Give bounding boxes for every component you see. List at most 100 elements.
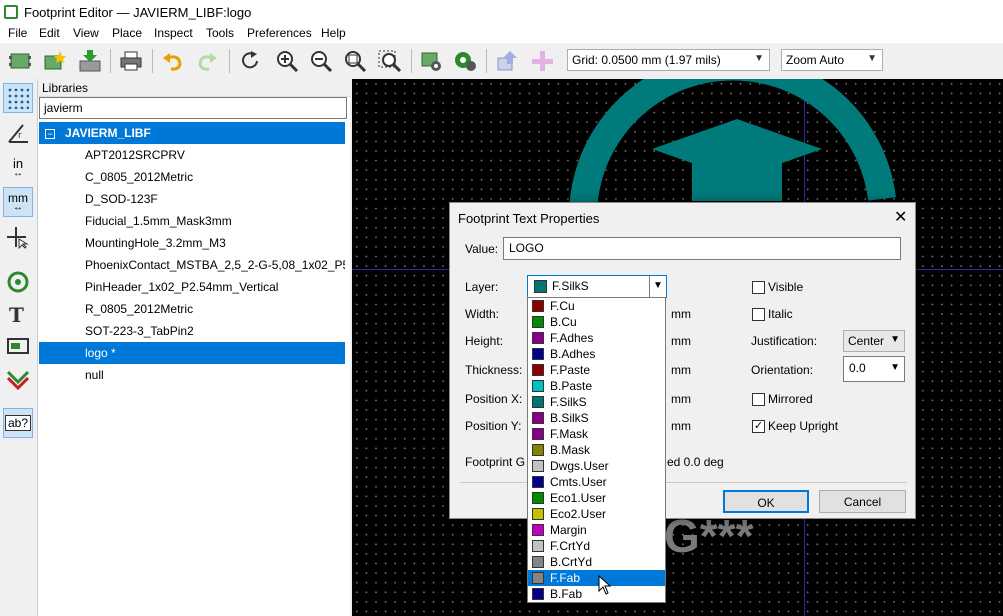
menu-edit[interactable]: Edit <box>39 26 60 40</box>
ok-button[interactable]: OK <box>723 490 809 513</box>
layer-color-swatch <box>532 412 544 424</box>
chevron-down-icon[interactable]: ▼ <box>649 276 666 297</box>
menu-preferences[interactable]: Preferences <box>247 26 312 40</box>
layer-color-swatch <box>532 524 544 536</box>
high-contrast-icon[interactable] <box>3 363 33 393</box>
units-inch-icon[interactable]: in ↔ <box>3 153 33 183</box>
layer-option-label: F.CrtYd <box>550 539 591 553</box>
zoom-in-icon[interactable] <box>273 47 301 75</box>
justification-select[interactable]: Center ▼ <box>843 330 905 352</box>
orientation-select[interactable]: 0.0 ▼ <box>843 356 905 382</box>
layer-option[interactable]: B.Paste <box>528 378 665 394</box>
text-sketch-icon[interactable]: T <box>3 299 33 329</box>
polar-coords-icon[interactable]: r <box>3 118 33 148</box>
layer-option[interactable]: Margin <box>528 522 665 538</box>
footprint-info-label: Footprint G <box>465 455 526 469</box>
menu-place[interactable]: Place <box>112 26 142 40</box>
footprint-list-item[interactable]: PhoenixContact_MSTBA_2,5_2-G-5,08_1x02_P… <box>39 254 345 276</box>
keep-upright-checkbox[interactable]: ✓ <box>752 420 765 433</box>
new-footprint-icon[interactable] <box>6 47 34 75</box>
layer-option[interactable]: F.Paste <box>528 362 665 378</box>
footprint-list-item[interactable]: C_0805_2012Metric <box>39 166 345 188</box>
layer-option[interactable]: Eco1.User <box>528 490 665 506</box>
layer-option[interactable]: F.CrtYd <box>528 538 665 554</box>
menu-tools[interactable]: Tools <box>206 26 234 40</box>
layer-option[interactable]: B.Adhes <box>528 346 665 362</box>
layer-color-swatch <box>532 444 544 456</box>
position-y-label: Position Y: <box>465 419 522 433</box>
zoom-fit-icon[interactable] <box>341 47 369 75</box>
thickness-unit: mm <box>671 363 691 377</box>
layer-color-swatch <box>532 588 544 600</box>
menu-bar: File Edit View Place Inspect Tools Prefe… <box>0 24 1003 43</box>
layer-option[interactable]: F.Cu <box>528 298 665 314</box>
footprint-list-item[interactable]: Fiducial_1.5mm_Mask3mm <box>39 210 345 232</box>
library-root[interactable]: − JAVIERM_LIBF <box>39 122 345 144</box>
footprint-list-item[interactable]: PinHeader_1x02_P2.54mm_Vertical <box>39 276 345 298</box>
layer-option[interactable]: F.Fab <box>528 570 665 586</box>
layer-option[interactable]: B.Fab <box>528 586 665 602</box>
width-label: Width: <box>465 307 500 321</box>
footprint-list-item[interactable]: MountingHole_3.2mm_M3 <box>39 232 345 254</box>
footprint-list-item[interactable]: D_SOD-123F <box>39 188 345 210</box>
units-mm-icon[interactable]: mm ↔ <box>3 187 33 217</box>
zoom-select[interactable]: Zoom Auto ▼ <box>781 49 883 71</box>
justification-label: Justification: <box>751 334 818 348</box>
layer-option[interactable]: Dwgs.User <box>528 458 665 474</box>
text-editor-icon[interactable]: ab? <box>3 408 33 438</box>
grid-toggle-icon[interactable] <box>3 83 33 113</box>
undo-icon[interactable] <box>159 47 187 75</box>
footprint-checker-icon[interactable] <box>451 47 479 75</box>
layer-option[interactable]: B.CrtYd <box>528 554 665 570</box>
orientation-label: Orientation: <box>751 363 814 377</box>
zoom-out-icon[interactable] <box>307 47 335 75</box>
add-pad-icon[interactable] <box>528 47 556 75</box>
layer-option[interactable]: F.Mask <box>528 426 665 442</box>
visible-checkbox[interactable] <box>752 281 765 294</box>
width-unit: mm <box>671 307 691 321</box>
layer-option-label: Margin <box>550 523 587 537</box>
layer-option-label: B.Fab <box>550 587 583 601</box>
position-y-unit: mm <box>671 419 691 433</box>
zoom-selection-icon[interactable] <box>376 47 404 75</box>
footprint-list-item[interactable]: SOT-223-3_TabPin2 <box>39 320 345 342</box>
layer-option[interactable]: B.Mask <box>528 442 665 458</box>
layer-option[interactable]: Eco2.User <box>528 506 665 522</box>
footprint-rotation-text: ed 0.0 deg <box>667 455 724 469</box>
cursor-shape-icon[interactable] <box>3 222 33 252</box>
layer-option[interactable]: F.SilkS <box>528 394 665 410</box>
menu-help[interactable]: Help <box>321 26 346 40</box>
layer-select[interactable]: F.SilkS ▼ <box>527 275 667 298</box>
footprint-properties-icon[interactable] <box>417 47 445 75</box>
footprint-list-item[interactable]: APT2012SRCPRV <box>39 144 345 166</box>
redraw-icon[interactable] <box>237 47 265 75</box>
menu-file[interactable]: File <box>8 26 27 40</box>
insert-footprint-icon[interactable] <box>494 47 522 75</box>
mirrored-label: Mirrored <box>768 392 813 406</box>
layer-option[interactable]: B.Cu <box>528 314 665 330</box>
edge-sketch-icon[interactable] <box>3 331 33 361</box>
layer-option[interactable]: F.Adhes <box>528 330 665 346</box>
new-footprint-wizard-icon[interactable] <box>40 47 68 75</box>
footprint-list-item[interactable]: logo * <box>39 342 345 364</box>
footprint-list-item[interactable]: R_0805_2012Metric <box>39 298 345 320</box>
menu-view[interactable]: View <box>73 26 99 40</box>
close-icon[interactable]: ✕ <box>894 207 907 227</box>
zoom-value: Zoom Auto <box>786 53 845 67</box>
value-input[interactable]: LOGO <box>503 237 901 260</box>
pad-sketch-icon[interactable] <box>3 267 33 297</box>
print-icon[interactable] <box>117 47 145 75</box>
library-search-input[interactable]: javierm <box>39 97 347 119</box>
redo-icon[interactable] <box>193 47 221 75</box>
height-unit: mm <box>671 334 691 348</box>
mirrored-checkbox[interactable] <box>752 393 765 406</box>
cancel-button[interactable]: Cancel <box>819 490 906 513</box>
collapse-icon[interactable]: − <box>45 129 55 139</box>
layer-option[interactable]: B.SilkS <box>528 410 665 426</box>
save-to-library-icon[interactable] <box>76 47 104 75</box>
italic-checkbox[interactable] <box>752 308 765 321</box>
layer-option[interactable]: Cmts.User <box>528 474 665 490</box>
footprint-list-item[interactable]: null <box>39 364 345 386</box>
menu-inspect[interactable]: Inspect <box>154 26 193 40</box>
grid-select[interactable]: Grid: 0.0500 mm (1.97 mils) ▼ <box>567 49 770 71</box>
